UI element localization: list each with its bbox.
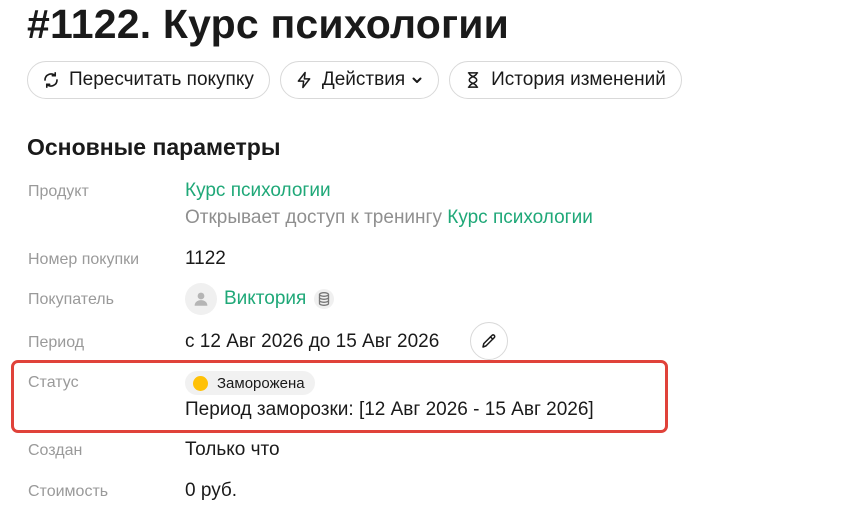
pencil-icon [480, 332, 498, 350]
change-history-button[interactable]: История изменений [449, 61, 682, 99]
period-label: Период [28, 334, 85, 351]
actions-label: Действия [321, 69, 406, 90]
recalc-purchase-label: Пересчитать покупку [69, 69, 254, 90]
buyer-label: Покупатель [28, 291, 114, 308]
product-link[interactable]: Курс психологии [185, 180, 331, 202]
buyer-link[interactable]: Виктория [224, 288, 306, 310]
cost-label: Стоимость [28, 483, 109, 500]
status-highlight-box [11, 360, 668, 433]
buyer-value: Виктория [185, 283, 335, 315]
cost-value: 0 руб. [185, 480, 238, 501]
product-label: Продукт [28, 183, 89, 200]
lightning-icon [295, 71, 313, 89]
change-history-label: История изменений [491, 69, 666, 90]
page-title: #1122. Курс психологии [27, 1, 510, 47]
chevron-down-icon [411, 74, 423, 86]
hourglass-icon [464, 71, 482, 89]
created-value: Только что [185, 439, 280, 460]
edit-period-button[interactable] [470, 322, 508, 360]
toolbar: Пересчитать покупку Действия История изм… [27, 61, 682, 99]
refresh-icon [42, 71, 60, 89]
product-description-text: Открывает доступ к тренингу [185, 207, 448, 228]
period-value: с 12 Авг 2026 до 15 Авг 2026 [185, 331, 440, 352]
purchase-page: #1122. Курс психологии Пересчитать покуп… [0, 0, 844, 519]
database-icon[interactable] [314, 289, 335, 309]
avatar[interactable] [185, 283, 217, 315]
actions-dropdown-button[interactable]: Действия [279, 61, 440, 99]
purchase-number-label: Номер покупки [28, 251, 140, 268]
training-link[interactable]: Курс психологии [447, 207, 593, 228]
product-description: Открывает доступ к тренингу Курс психоло… [185, 207, 593, 229]
created-label: Создан [28, 442, 83, 459]
recalc-purchase-button[interactable]: Пересчитать покупку [27, 61, 270, 99]
purchase-number-value: 1122 [185, 248, 226, 269]
section-title: Основные параметры [27, 134, 281, 160]
